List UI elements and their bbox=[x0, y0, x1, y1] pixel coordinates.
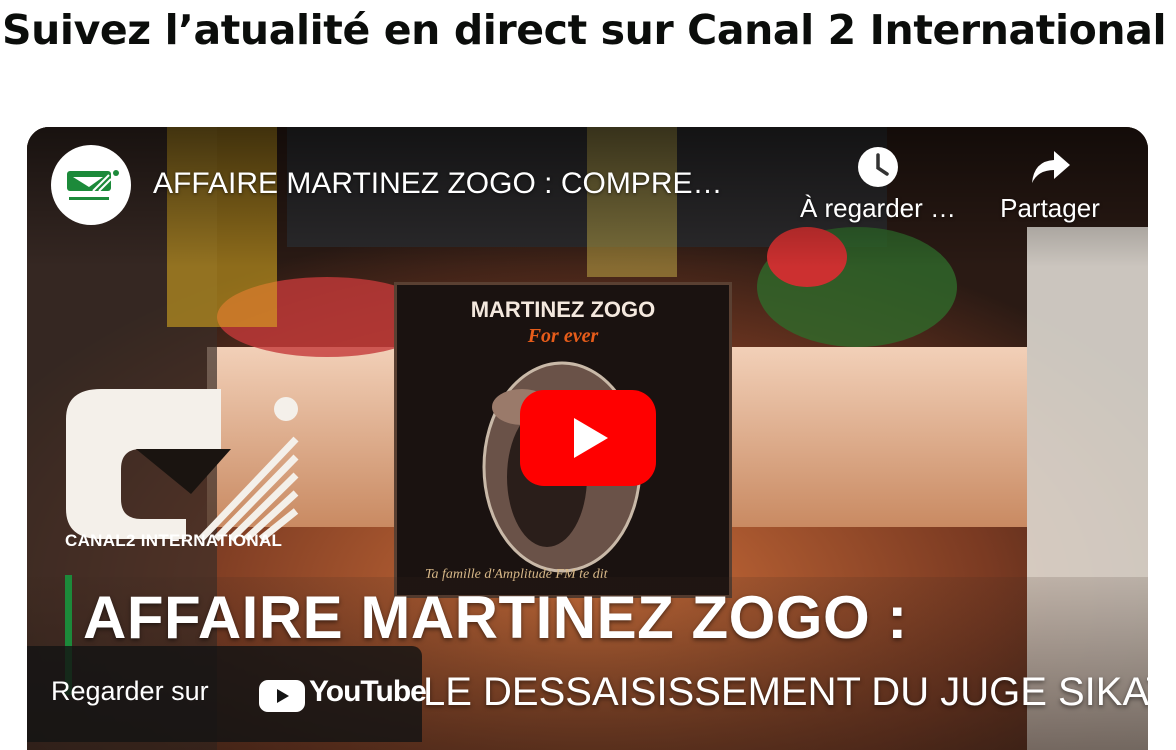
watch-on-label: Regarder sur bbox=[51, 676, 209, 706]
watch-later-label: À regarder … bbox=[799, 193, 957, 223]
video-title-link[interactable]: AFFAIRE MARTINEZ ZOGO : COMPRE… bbox=[153, 167, 793, 201]
channel-avatar[interactable] bbox=[51, 145, 131, 225]
share-label: Partager bbox=[1000, 193, 1100, 223]
youtube-wordmark: YouTube bbox=[309, 675, 427, 708]
headline-line2: LE DESSAISISSEMENT DU JUGE SIKATI bbox=[423, 670, 1148, 714]
play-button[interactable] bbox=[520, 390, 656, 486]
frame-subtitle: For ever bbox=[527, 325, 599, 347]
share-button[interactable]: Partager bbox=[985, 145, 1115, 224]
page-heading: Suivez l’atualité en direct sur Canal 2 … bbox=[2, 6, 1167, 54]
frame-title: MARTINEZ ZOGO bbox=[470, 297, 656, 322]
headline-line1: AFFAIRE MARTINEZ ZOGO : bbox=[83, 584, 908, 651]
canal2-avatar-logo bbox=[67, 170, 119, 200]
canal2-brand-text: CANAL2 INTERNATIONAL bbox=[65, 531, 283, 550]
youtube-embed-player[interactable]: MARTINEZ ZOGO For ever Ta famille d'Ampl… bbox=[27, 127, 1148, 750]
watch-on-youtube-button[interactable]: Regarder sur YouTube bbox=[27, 646, 427, 742]
watch-later-button[interactable]: À regarder … bbox=[793, 145, 963, 224]
clock-icon bbox=[858, 147, 898, 187]
youtube-logo-icon bbox=[259, 680, 305, 712]
share-arrow-icon bbox=[1032, 151, 1070, 183]
